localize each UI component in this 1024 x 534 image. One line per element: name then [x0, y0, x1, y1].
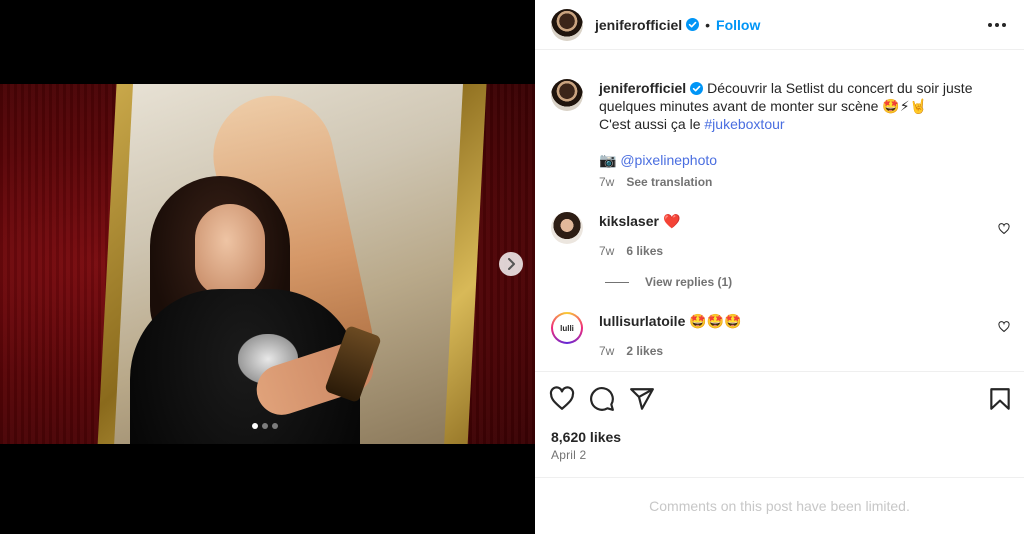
more-options-button[interactable] [988, 16, 1008, 34]
verified-icon [690, 82, 704, 95]
avatar[interactable] [551, 8, 583, 41]
comment-icon[interactable] [589, 386, 615, 412]
caption-line-2-text: C'est aussi ça le [599, 116, 705, 132]
see-translation-button[interactable]: See translation [626, 175, 712, 189]
avatar[interactable]: lulli [551, 312, 583, 344]
comment-likes[interactable]: 6 likes [626, 244, 663, 258]
credit-link[interactable]: @pixelinephoto [620, 152, 717, 168]
caption-time[interactable]: 7w [599, 175, 614, 189]
action-bar: 8,620 likes April 2 [535, 372, 1024, 478]
post-header: jeniferofficiel • Follow [535, 0, 1024, 50]
hashtag-link[interactable]: #jukeboxtour [704, 116, 784, 132]
avatar[interactable] [551, 212, 583, 244]
avatar[interactable] [551, 79, 583, 111]
post-date[interactable]: April 2 [551, 448, 586, 462]
follow-button[interactable]: Follow [716, 17, 760, 33]
like-icon[interactable] [549, 386, 575, 412]
share-icon[interactable] [629, 386, 655, 412]
more-icon [1002, 23, 1006, 27]
comment-row: lulli lullisurlatoile 🤩🤩🤩 7w 2 likes [551, 312, 989, 358]
caption-credit: 📷 @pixelinephoto [599, 151, 989, 169]
comment-username[interactable]: lullisurlatoile [599, 313, 685, 329]
caption-username[interactable]: jeniferofficiel [599, 80, 686, 96]
replies-line [605, 281, 629, 283]
comment-text: lullisurlatoile 🤩🤩🤩 [599, 312, 989, 330]
comment-row: kikslaser ❤️ 7w 6 likes [551, 212, 989, 258]
verified-icon [686, 18, 700, 31]
separator-dot: • [705, 16, 711, 33]
comment-meta: 7w 2 likes [599, 344, 989, 358]
person-face [195, 204, 265, 296]
more-icon [995, 23, 999, 27]
comment-time[interactable]: 7w [599, 244, 614, 258]
comment-text: kikslaser ❤️ [599, 212, 989, 230]
header-username[interactable]: jeniferofficiel [595, 17, 682, 33]
comment-username[interactable]: kikslaser [599, 213, 659, 229]
caption-row: jeniferofficiel Découvrir la Setlist du c… [551, 79, 989, 189]
caption-text: jeniferofficiel Découvrir la Setlist du c… [599, 79, 989, 115]
heart-small-icon[interactable] [998, 321, 1010, 333]
carousel-dots [252, 423, 278, 429]
more-icon [988, 23, 992, 27]
carousel-dot [262, 423, 268, 429]
comment-meta: 7w 6 likes [599, 244, 989, 258]
caption-line-2: C'est aussi ça le #jukeboxtour [599, 115, 989, 133]
likes-count[interactable]: 8,620 likes [551, 429, 621, 445]
caption-meta: 7w See translation [599, 175, 989, 189]
comment-time[interactable]: 7w [599, 344, 614, 358]
comments-limited-notice: Comments on this post have been limited. [649, 498, 910, 514]
next-icon [508, 258, 515, 270]
carousel-dot [252, 423, 258, 429]
comments-section: jeniferofficiel Découvrir la Setlist du c… [535, 50, 1024, 372]
view-replies-button[interactable]: View replies (1) [605, 275, 732, 289]
comment-body: ❤️ [662, 213, 681, 229]
view-replies-label: View replies (1) [645, 275, 733, 289]
carousel-dot [272, 423, 278, 429]
media-viewer [0, 0, 535, 534]
post-photo[interactable] [0, 84, 535, 444]
next-slide-button[interactable] [499, 252, 523, 276]
avatar-text: lulli [553, 314, 581, 342]
camera-icon: 📷 [599, 152, 617, 168]
heart-small-icon[interactable] [998, 223, 1010, 235]
post-side-panel: jeniferofficiel • Follow jeniferofficiel… [535, 0, 1024, 534]
comment-likes[interactable]: 2 likes [626, 344, 663, 358]
save-icon[interactable] [987, 386, 1013, 412]
comment-body: 🤩🤩🤩 [689, 313, 742, 329]
